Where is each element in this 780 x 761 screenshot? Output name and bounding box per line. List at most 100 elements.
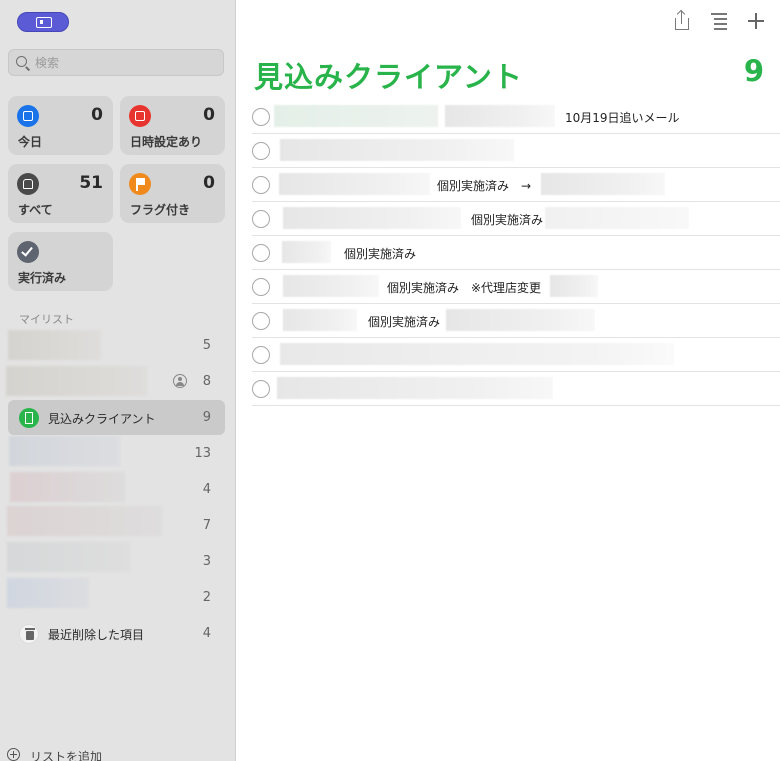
search-field[interactable] [8, 49, 224, 76]
sidebar-toggle-button[interactable] [17, 12, 69, 32]
completion-checkbox[interactable] [252, 142, 270, 160]
search-icon [16, 56, 27, 67]
redacted-text [550, 275, 598, 297]
list-count: 7 [202, 518, 211, 533]
checkmark-icon [17, 241, 39, 263]
completion-checkbox[interactable] [252, 278, 270, 296]
redacted-text [283, 275, 379, 297]
reminder-row[interactable]: 個別実施済み → [252, 168, 780, 202]
share-icon[interactable] [671, 10, 693, 32]
smart-list-label: 今日 [18, 135, 43, 149]
redacted-text [282, 241, 331, 263]
reminder-row[interactable]: 個別実施済み [252, 202, 780, 236]
reminder-text: 10月19日追いメール [565, 111, 680, 125]
smart-list-label: 日時設定あり [130, 135, 203, 149]
completion-checkbox[interactable] [252, 346, 270, 364]
smart-list-label: フラグ付き [130, 203, 191, 217]
redacted-text [280, 343, 674, 365]
reminder-row[interactable]: 個別実施済み [252, 304, 780, 338]
smart-list-label: すべて [18, 203, 53, 217]
redacted-text [541, 173, 665, 195]
reminder-text: 個別実施済み [344, 247, 417, 261]
redacted-text [283, 309, 357, 331]
reminder-row[interactable]: 10月19日追いメール [252, 100, 780, 134]
sort-icon[interactable] [708, 10, 730, 32]
reminder-row[interactable]: 個別実施済み [252, 236, 780, 270]
calendar-icon [17, 105, 39, 127]
list-item-selected[interactable]: 見込みクライアント 9 [8, 400, 225, 435]
list-item[interactable]: 13 [8, 436, 225, 471]
add-reminder-icon[interactable] [745, 10, 767, 32]
smart-list-count: 0 [203, 105, 215, 125]
redacted-text [279, 173, 430, 195]
building-icon [19, 408, 39, 428]
sidebar: 0 今日 0 日時設定あり 51 すべて 0 フラグ付き 実行済み マイリスト … [0, 0, 236, 761]
sidebar-icon [36, 17, 52, 28]
list-count: 13 [194, 446, 211, 461]
completion-checkbox[interactable] [252, 176, 270, 194]
search-input[interactable] [35, 54, 215, 72]
list-count: 4 [202, 482, 211, 497]
trash-icon [19, 624, 39, 644]
redacted-list-name [7, 542, 130, 572]
list-count: 2 [202, 590, 211, 605]
completion-checkbox[interactable] [252, 210, 270, 228]
reminder-text: 個別実施済み [471, 213, 544, 227]
smart-list-label: 実行済み [18, 271, 67, 285]
redacted-text [545, 207, 689, 229]
list-item[interactable]: 3 [7, 542, 225, 579]
plus-circle-icon [7, 748, 20, 761]
reminder-text: 個別実施済み [368, 315, 441, 329]
redacted-text [445, 105, 555, 127]
reminder-text: 個別実施済み ※代理店変更 [387, 281, 542, 295]
list-item[interactable]: 5 [8, 328, 225, 363]
list-count: 8 [202, 374, 211, 389]
shared-person-icon [173, 374, 187, 388]
list-count: 9 [202, 410, 211, 425]
redacted-list-name [6, 366, 147, 396]
reminder-text: 個別実施済み → [437, 179, 532, 193]
flag-icon [129, 173, 151, 195]
page-title: 見込みクライアント [254, 60, 523, 94]
smart-list-scheduled[interactable]: 0 日時設定あり [120, 96, 225, 155]
list-count: 4 [202, 626, 211, 641]
smart-list-completed[interactable]: 実行済み [8, 232, 113, 291]
list-name: 見込みクライアント [48, 412, 156, 426]
list-item[interactable]: 2 [7, 578, 225, 615]
reminder-row[interactable]: 個別実施済み ※代理店変更 [252, 270, 780, 304]
list-item[interactable]: 7 [7, 506, 225, 543]
list-item[interactable]: 4 [8, 472, 225, 507]
smart-list-all[interactable]: 51 すべて [8, 164, 113, 223]
redacted-list-name [9, 436, 120, 466]
smart-list-flagged[interactable]: 0 フラグ付き [120, 164, 225, 223]
completion-checkbox[interactable] [252, 108, 270, 126]
completion-checkbox[interactable] [252, 312, 270, 330]
tray-icon [17, 173, 39, 195]
smart-list-count: 0 [91, 105, 103, 125]
reminder-count: 9 [743, 54, 764, 88]
smart-list-today[interactable]: 0 今日 [8, 96, 113, 155]
redacted-text [446, 309, 595, 331]
redacted-list-name [7, 506, 162, 536]
reminder-row[interactable] [252, 134, 780, 168]
completion-checkbox[interactable] [252, 380, 270, 398]
list-name: 最近削除した項目 [48, 628, 145, 642]
redacted-list-name [7, 578, 89, 608]
reminder-row[interactable] [252, 338, 780, 372]
list-item[interactable]: 8 [6, 364, 225, 399]
list-item-recently-deleted[interactable]: 最近削除した項目 4 [8, 616, 225, 651]
redacted-list-name [8, 330, 101, 360]
redacted-text [274, 105, 438, 127]
my-lists-heading: マイリスト [19, 313, 74, 326]
calendar-grid-icon [129, 105, 151, 127]
redacted-text [283, 207, 461, 229]
list-count: 5 [202, 338, 211, 353]
smart-list-count: 0 [203, 173, 215, 193]
reminder-row[interactable] [252, 372, 780, 406]
smart-list-count: 51 [79, 173, 103, 193]
redacted-text [277, 377, 553, 399]
add-list-label: リストを追加 [30, 750, 103, 761]
list-count: 3 [202, 554, 211, 569]
main-pane: 見込みクライアント 9 10月19日追いメール 個別実施済み → 個別実施済み … [236, 0, 780, 761]
completion-checkbox[interactable] [252, 244, 270, 262]
